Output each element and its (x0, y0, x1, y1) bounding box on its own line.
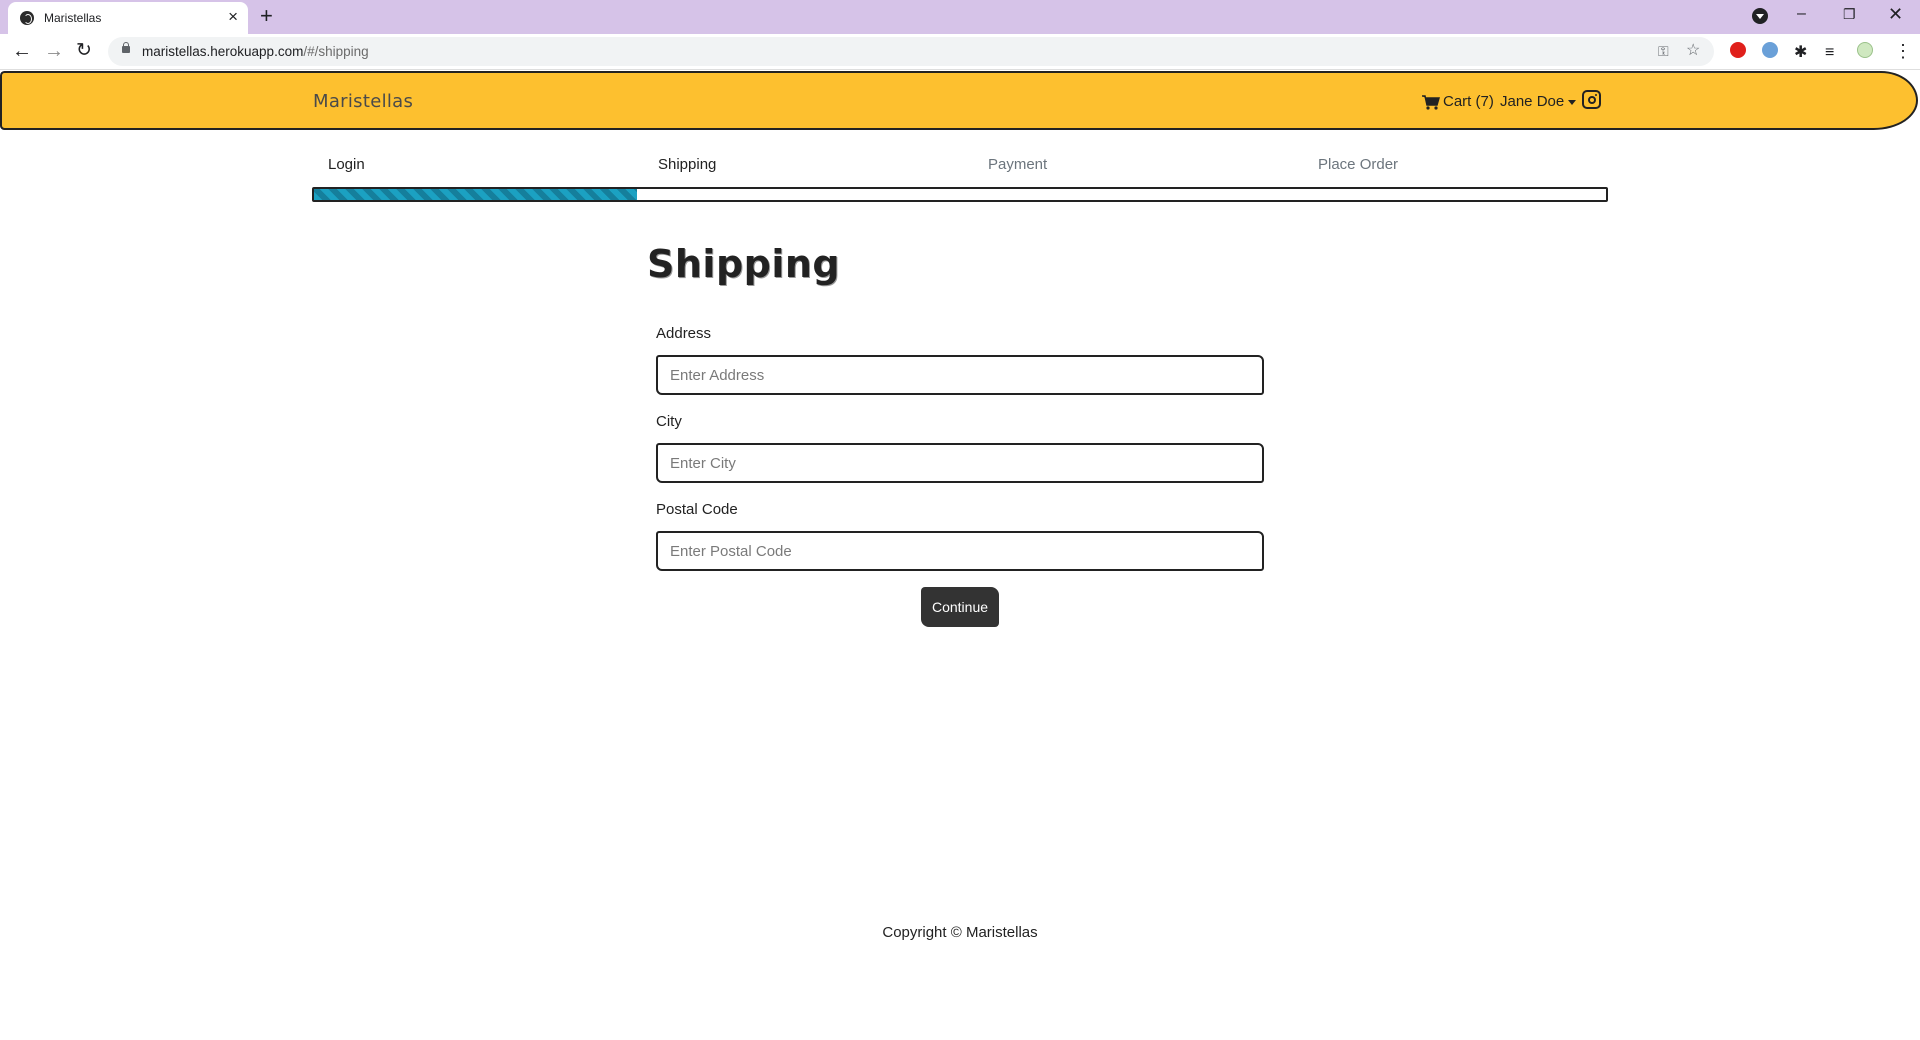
step-place-order: Place Order (1318, 156, 1399, 173)
city-input[interactable] (656, 443, 1264, 483)
browser-toolbar: ← → ↻ maristellas.herokuapp.com/#/shippi… (0, 34, 1920, 70)
close-window-icon[interactable]: ✕ (1888, 4, 1903, 24)
chevron-down-icon (1568, 99, 1577, 105)
back-icon[interactable]: ← (12, 40, 32, 62)
site-favicon-icon (20, 11, 34, 25)
tab-search-icon[interactable] (1752, 8, 1768, 24)
reload-icon[interactable]: ↻ (76, 40, 92, 62)
profile-avatar-icon[interactable] (1857, 42, 1873, 58)
address-bar[interactable]: maristellas.herokuapp.com/#/shipping ⚿ ☆ (108, 37, 1714, 66)
step-payment: Payment (988, 156, 1048, 173)
progress-bar-fill (314, 189, 637, 200)
address-input[interactable] (656, 355, 1264, 395)
step-shipping[interactable]: Shipping (658, 156, 716, 173)
checkout-steps: Login Shipping Payment Place Order (312, 156, 1608, 176)
extension-icon[interactable] (1762, 42, 1778, 58)
cart-link[interactable]: Cart (7) (1422, 93, 1494, 110)
bookmark-star-icon[interactable]: ☆ (1686, 41, 1700, 61)
new-tab-icon[interactable]: + (260, 4, 273, 28)
address-label: Address (656, 325, 712, 342)
brand-logo-link[interactable]: Maristellas (313, 91, 413, 112)
site-navbar: Maristellas Cart (7) Jane Doe (0, 71, 1918, 130)
postal-code-label: Postal Code (656, 501, 738, 518)
user-name: Jane Doe (1500, 93, 1565, 110)
minimize-icon[interactable]: – (1797, 4, 1806, 24)
forward-icon[interactable]: → (44, 40, 64, 62)
media-control-icon[interactable]: ≡ (1825, 42, 1834, 64)
opera-extension-icon[interactable] (1730, 42, 1746, 58)
browser-menu-icon[interactable]: ⋮ (1894, 40, 1912, 62)
step-login[interactable]: Login (328, 156, 365, 173)
postal-code-input[interactable] (656, 531, 1264, 571)
lock-icon (122, 42, 130, 53)
browser-tab[interactable]: Maristellas × (8, 2, 248, 34)
continue-button[interactable]: Continue (921, 587, 999, 627)
cart-label: Cart (7) (1443, 93, 1494, 110)
browser-tab-bar: Maristellas × + – ❐ ✕ (0, 0, 1920, 34)
puzzle-extensions-icon[interactable]: ✱ (1794, 42, 1807, 64)
shopping-cart-icon (1422, 94, 1440, 110)
url-text[interactable]: maristellas.herokuapp.com/#/shipping (142, 44, 369, 59)
key-icon[interactable]: ⚿ (1658, 41, 1669, 61)
user-menu-dropdown[interactable]: Jane Doe (1500, 93, 1577, 110)
close-tab-icon[interactable]: × (228, 7, 238, 27)
tab-title: Maristellas (44, 11, 102, 25)
checkout-progress-bar (312, 187, 1608, 202)
instagram-icon[interactable] (1582, 90, 1601, 109)
page-title: Shipping (647, 242, 841, 286)
city-label: City (656, 413, 682, 430)
restore-icon[interactable]: ❐ (1843, 4, 1856, 24)
footer-copyright: Copyright © Maristellas (882, 924, 1038, 941)
